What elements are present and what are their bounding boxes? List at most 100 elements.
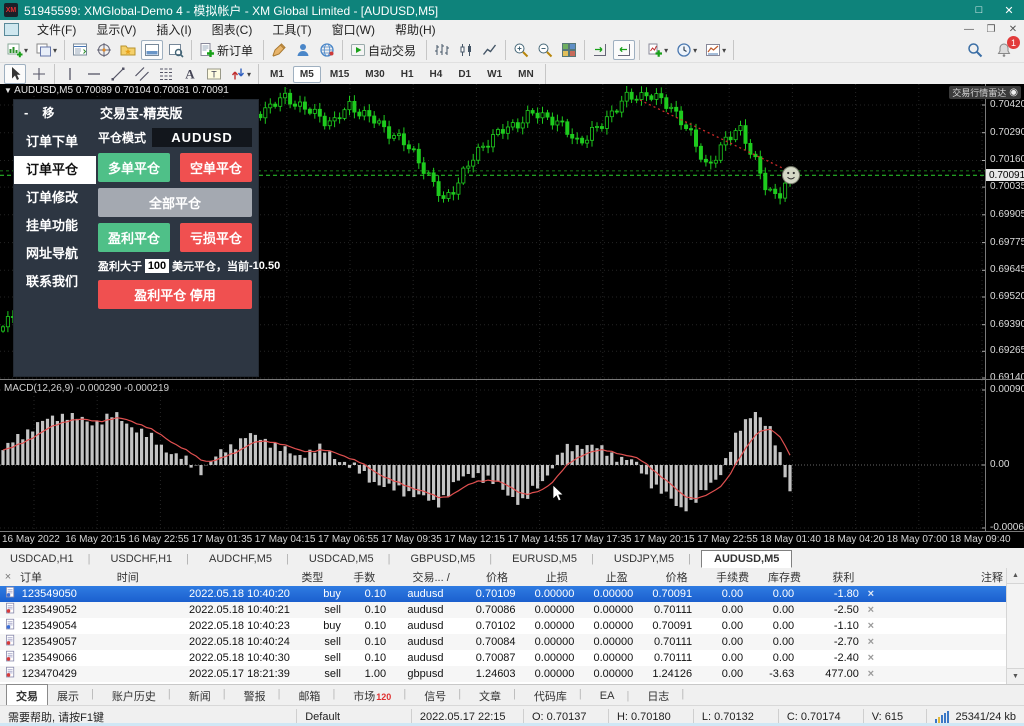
terminal-tab-3[interactable]: 新闻| <box>180 685 235 707</box>
terminal-button[interactable] <box>141 40 163 60</box>
chart-shift-button[interactable] <box>613 40 635 60</box>
chevron-down-icon[interactable]: ▾ <box>722 46 726 55</box>
symbol-caret-icon[interactable]: ▼ <box>4 86 12 95</box>
scroll-up-icon[interactable]: ▲ <box>1007 568 1024 584</box>
menu-item[interactable]: 插入(I) <box>146 20 201 39</box>
timeframe-w1-button[interactable]: W1 <box>480 66 509 83</box>
close-all-button[interactable]: 全部平仓 <box>98 188 252 217</box>
order-row[interactable]: 1235490502022.05.18 10:40:20buy0.10audus… <box>0 586 1007 602</box>
community-button[interactable] <box>292 40 314 60</box>
auto-scroll-button[interactable] <box>589 40 611 60</box>
column-header[interactable]: 价格 <box>647 569 707 585</box>
order-row[interactable]: 1235490522022.05.18 10:40:21sell0.10audu… <box>0 602 1007 618</box>
column-header[interactable]: 获利 <box>810 569 876 585</box>
indicators-button[interactable]: ▾ <box>644 40 671 60</box>
chevron-down-icon[interactable]: ▾ <box>693 46 697 55</box>
menu-item[interactable]: 文件(F) <box>27 20 86 39</box>
menu-item[interactable]: 工具(T) <box>262 20 321 39</box>
column-header[interactable]: 时间 <box>113 569 298 585</box>
menu-item[interactable]: 窗口(W) <box>322 20 385 39</box>
templates-button[interactable]: ▾ <box>702 40 729 60</box>
market-watch-button[interactable] <box>69 40 91 60</box>
tile-windows-button[interactable] <box>558 40 580 60</box>
vline-button[interactable] <box>59 64 81 84</box>
pane-divider[interactable] <box>0 379 1024 380</box>
cursor-button[interactable] <box>4 64 26 84</box>
periods-button[interactable]: ▾ <box>673 40 700 60</box>
timeframe-mn-button[interactable]: MN <box>511 66 541 83</box>
close-order-button[interactable]: × <box>863 588 879 600</box>
timeframe-h4-button[interactable]: H4 <box>423 66 450 83</box>
close-mode-value[interactable]: AUDUSD <box>152 128 252 147</box>
terminal-tab-2[interactable]: 账户历史| <box>103 685 180 707</box>
profit-threshold-input[interactable] <box>145 259 169 273</box>
metaeditor-button[interactable] <box>268 40 290 60</box>
order-row[interactable]: 1235490572022.05.18 10:40:24sell0.10audu… <box>0 634 1007 650</box>
column-header[interactable]: 手数 <box>349 569 395 585</box>
close-loss-button[interactable]: 亏损平仓 <box>180 223 252 252</box>
column-header[interactable]: 止损 <box>527 569 587 585</box>
bar-chart-button[interactable] <box>431 40 453 60</box>
close-order-button[interactable]: × <box>863 636 879 648</box>
chevron-down-icon[interactable]: ▾ <box>53 46 57 55</box>
new-order-button[interactable]: 新订单 <box>196 40 259 61</box>
line-chart-button[interactable] <box>479 40 501 60</box>
terminal-tab-0[interactable]: 交易 <box>6 684 48 708</box>
timeframe-m1-button[interactable]: M1 <box>263 66 291 83</box>
close-long-button[interactable]: 多单平仓 <box>98 153 170 182</box>
chevron-down-icon[interactable]: ▾ <box>247 70 251 79</box>
panel-nav-item[interactable]: 网址导航 <box>14 240 96 268</box>
text-button[interactable]: A <box>179 64 201 84</box>
zoom-out-button[interactable] <box>534 40 556 60</box>
menu-item[interactable]: 显示(V) <box>86 20 146 39</box>
close-order-button[interactable]: × <box>863 652 879 664</box>
child-restore-button[interactable]: ❐ <box>980 22 1002 37</box>
timeframe-m5-button[interactable]: M5 <box>293 66 321 83</box>
timeframe-m15-button[interactable]: M15 <box>323 66 356 83</box>
chart-window[interactable]: ▼ AUDUSD,M5 0.70089 0.70104 0.70081 0.70… <box>0 84 1024 548</box>
terminal-close-button[interactable]: × <box>0 571 16 583</box>
chevron-down-icon[interactable]: ▾ <box>24 46 28 55</box>
column-header[interactable]: 类型 <box>297 569 349 585</box>
data-window-button[interactable] <box>93 40 115 60</box>
column-header[interactable]: 库存费 <box>759 569 811 585</box>
order-row[interactable]: 1235490662022.05.18 10:40:30sell0.10audu… <box>0 650 1007 666</box>
terminal-tab-4[interactable]: 警报| <box>235 685 290 707</box>
terminal-tab-6[interactable]: 市场120| <box>344 685 415 707</box>
search-button[interactable] <box>964 40 986 60</box>
autotrading-button[interactable]: 自动交易 <box>347 40 422 61</box>
column-header[interactable]: 止盈 <box>587 569 647 585</box>
menu-item[interactable]: 帮助(H) <box>385 20 446 39</box>
notifications-button[interactable]: 1 <box>993 40 1015 60</box>
terminal-tab-ea[interactable]: EA| <box>591 687 639 705</box>
terminal-tab-9[interactable]: 代码库| <box>525 685 591 707</box>
panel-minimize-button[interactable]: - <box>24 105 28 120</box>
child-minimize-button[interactable]: — <box>958 22 980 37</box>
column-header[interactable]: 注释 <box>876 569 1007 585</box>
chart-window-icon[interactable] <box>4 23 19 36</box>
timeframe-h1-button[interactable]: H1 <box>394 66 421 83</box>
terminal-tab-8[interactable]: 文章| <box>470 685 525 707</box>
web-button[interactable] <box>316 40 338 60</box>
chart-tab-audchf-m5[interactable]: AUDCHF,M5| <box>199 550 299 568</box>
column-header[interactable]: 价格 <box>467 569 527 585</box>
chart-tab-usdcad-m5[interactable]: USDCAD,M5| <box>299 550 401 568</box>
chart-tab-eurusd-m5[interactable]: EURUSD,M5| <box>502 550 604 568</box>
chart-tab-usdcad-h1[interactable]: USDCAD,H1| <box>0 550 100 568</box>
column-header[interactable]: 订单 <box>16 569 113 585</box>
hline-button[interactable] <box>83 64 105 84</box>
panel-nav-item[interactable]: 订单下单 <box>14 128 96 156</box>
panel-move-button[interactable]: 移 <box>42 104 54 121</box>
chart-tab-gbpusd-m5[interactable]: GBPUSD,M5| <box>401 550 503 568</box>
timeframe-m30-button[interactable]: M30 <box>358 66 391 83</box>
panel-nav-item[interactable]: 订单平仓 <box>14 156 96 184</box>
radar-widget[interactable]: 交易行情雷达 ◉ <box>949 86 1021 99</box>
chart-tab-usdchf-h1[interactable]: USDCHF,H1| <box>100 550 199 568</box>
panel-nav-item[interactable]: 挂单功能 <box>14 212 96 240</box>
channel-button[interactable] <box>131 64 153 84</box>
zoom-in-button[interactable] <box>510 40 532 60</box>
new-chart-button[interactable]: ▾ <box>4 40 31 60</box>
panel-nav-item[interactable]: 联系我们 <box>14 268 96 296</box>
navigator-button[interactable] <box>117 40 139 60</box>
close-order-button[interactable]: × <box>863 604 879 616</box>
